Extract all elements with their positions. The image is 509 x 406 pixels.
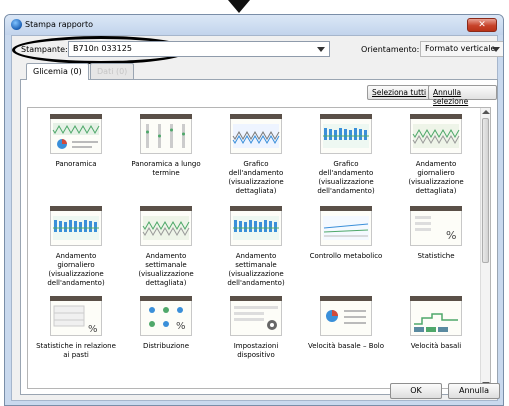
vertical-scrollbar[interactable]	[480, 108, 490, 388]
orientation-label: Orientamento:	[361, 45, 420, 54]
report-item-label: Distribuzione	[142, 342, 190, 350]
report-item-label: Andamento settimanale (visualizzazione d…	[138, 252, 194, 287]
report-item[interactable]: Andamento giornaliero (visualizzazione d…	[394, 114, 478, 204]
report-item-label: Grafico dell'andamento (visualizzazione …	[228, 160, 284, 195]
svg-text:%: %	[446, 229, 456, 242]
report-item[interactable]: Velocità basali	[394, 296, 478, 386]
report-item[interactable]: Andamento settimanale (visualizzazione d…	[124, 206, 208, 296]
svg-text:%: %	[176, 321, 186, 332]
printer-select-value: B710n 033125	[73, 44, 132, 53]
meal-statistics-icon: %	[34, 296, 118, 336]
report-item[interactable]: % Statistiche in relazione ai pasti	[34, 296, 118, 386]
scroll-thumb[interactable]	[482, 118, 489, 263]
weekly-trend-detailed-icon	[124, 206, 208, 246]
statistics-icon: %	[394, 206, 478, 246]
report-item[interactable]: Grafico dell'andamento (visualizzazione …	[304, 114, 388, 204]
report-item-label: Velocità basali	[410, 342, 462, 350]
report-item-label: Panoramica a lungo termine	[131, 160, 201, 177]
report-item-label: Statistiche	[417, 252, 455, 260]
tab-panel: Seleziona tutti Annulla selezione Panora…	[20, 79, 498, 395]
select-all-button[interactable]: Seleziona tutti	[367, 85, 432, 100]
orientation-select[interactable]: Formato verticale	[420, 41, 503, 57]
long-term-overview-icon	[124, 114, 208, 154]
printer-select[interactable]: B710n 033125	[68, 41, 330, 57]
report-item-label: Velocità basale – Bolo	[307, 342, 384, 350]
window-title: Stampa rapporto	[25, 20, 93, 29]
report-item[interactable]: Panoramica a lungo termine	[124, 114, 208, 204]
report-item-label: Statistiche in relazione ai pasti	[36, 342, 116, 359]
report-item-label: Andamento settimanale (visualizzazione d…	[227, 252, 285, 287]
report-item[interactable]: % Distribuzione	[124, 296, 208, 386]
chevron-down-icon	[492, 47, 500, 52]
dialog-body: Stampante: B710n 033125 Orientamento: Fo…	[11, 35, 503, 401]
report-item-label: Controllo metabolico	[309, 252, 383, 260]
tab-dati[interactable]: Dati (0)	[90, 63, 135, 79]
report-item-label: Impostazioni dispositivo	[233, 342, 279, 359]
printer-label: Stampante:	[21, 45, 68, 54]
device-settings-icon	[214, 296, 298, 336]
svg-text:%: %	[88, 324, 98, 335]
deselect-all-button[interactable]: Annulla selezione	[428, 85, 497, 106]
report-item-label: Grafico dell'andamento (visualizzazione …	[317, 160, 375, 195]
close-button[interactable]: ✕	[467, 18, 497, 32]
orientation-select-value: Formato verticale	[425, 44, 496, 53]
title-bar: Stampa rapporto ✕	[5, 15, 503, 35]
basal-bolus-icon	[304, 296, 388, 336]
report-item[interactable]: % Statistiche	[394, 206, 478, 296]
daily-trend-detailed-icon	[394, 114, 478, 154]
daily-trend-trend-icon	[34, 206, 118, 246]
cancel-button[interactable]: Annulla	[448, 383, 500, 399]
print-report-window: Stampa rapporto ✕ Stampante: B710n 03312…	[4, 14, 504, 406]
report-item[interactable]: Velocità basale – Bolo	[304, 296, 388, 386]
metabolic-control-icon	[304, 206, 388, 246]
annotation-arrow-icon	[228, 0, 250, 13]
trend-graph-trend-icon	[304, 114, 388, 154]
app-logo-icon	[11, 19, 22, 30]
distribution-icon: %	[124, 296, 208, 336]
chevron-down-icon	[317, 47, 325, 52]
overview-report-icon	[34, 114, 118, 154]
report-item-label: Andamento giornaliero (visualizzazione d…	[47, 252, 105, 287]
scroll-up-icon[interactable]	[482, 110, 490, 114]
report-list: Panoramica Panoramica a lungo termine Graf…	[27, 107, 491, 389]
report-item[interactable]: Impostazioni dispositivo	[214, 296, 298, 386]
report-item[interactable]: Andamento giornaliero (visualizzazione d…	[34, 206, 118, 296]
basal-rates-icon	[394, 296, 478, 336]
report-item[interactable]: Controllo metabolico	[304, 206, 388, 296]
weekly-trend-trend-icon	[214, 206, 298, 246]
report-item-label: Andamento giornaliero (visualizzazione d…	[408, 160, 464, 195]
report-item[interactable]: Panoramica	[34, 114, 118, 204]
tab-glicemia[interactable]: Glicemia (0)	[26, 63, 89, 80]
report-item-label: Panoramica	[55, 160, 97, 168]
ok-button[interactable]: OK	[390, 383, 442, 399]
report-item[interactable]: Grafico dell'andamento (visualizzazione …	[214, 114, 298, 204]
trend-graph-detailed-icon	[214, 114, 298, 154]
report-item[interactable]: Andamento settimanale (visualizzazione d…	[214, 206, 298, 296]
